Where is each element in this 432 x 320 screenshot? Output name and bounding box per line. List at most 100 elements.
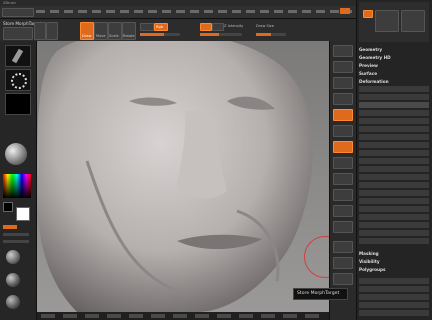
deformation-row-10[interactable] <box>359 158 429 164</box>
switch-color-button[interactable] <box>3 225 17 229</box>
deformation-row-16[interactable] <box>359 206 429 212</box>
bottom-buttons[interactable] <box>41 314 321 318</box>
deformation-row-14[interactable] <box>359 190 429 196</box>
left-shelf <box>0 41 37 320</box>
deformation-row-9[interactable] <box>359 150 429 156</box>
color-picker-icon[interactable] <box>3 174 31 198</box>
draw-label: Draw <box>82 34 92 38</box>
head-sculpt <box>37 41 329 312</box>
deformation-row-4[interactable] <box>359 110 429 116</box>
mrgb-button[interactable] <box>140 23 154 31</box>
scroll-button[interactable] <box>333 45 353 57</box>
tray-header-surface[interactable]: Surface <box>359 70 429 77</box>
move-button[interactable]: Move <box>94 22 108 40</box>
edit-button[interactable] <box>34 22 46 40</box>
rotate-button[interactable]: Rotate <box>122 22 136 40</box>
zoom-button[interactable] <box>333 61 353 73</box>
frame-button[interactable] <box>333 173 353 185</box>
menu-highlight[interactable] <box>340 8 350 14</box>
tray-header-polygroups[interactable]: Polygroups <box>359 266 429 273</box>
deformation-row-19[interactable] <box>359 230 429 236</box>
main-color-swatch[interactable] <box>16 207 30 221</box>
texture-icon[interactable] <box>6 250 20 264</box>
transform-button[interactable] <box>46 22 58 40</box>
scale-label: Scale <box>109 34 119 38</box>
tray-header-deformation[interactable]: Deformation <box>359 78 429 85</box>
tool-thumbnail[interactable] <box>375 10 399 32</box>
deformation-row-7[interactable] <box>359 134 429 140</box>
deformation-row-1[interactable] <box>359 86 429 92</box>
zsub-button[interactable] <box>212 23 224 31</box>
matcap-icon-2[interactable] <box>6 295 20 309</box>
rotate-view-button[interactable] <box>333 221 353 233</box>
stroke-icon[interactable] <box>5 69 31 91</box>
tray-header-masking[interactable]: Masking <box>359 250 429 257</box>
xyz-button[interactable] <box>333 157 353 169</box>
menu-items[interactable] <box>36 10 352 13</box>
deformation-row-3[interactable] <box>359 102 429 108</box>
deformation-row-18[interactable] <box>359 222 429 228</box>
tray-header-preview[interactable]: Preview <box>359 62 429 69</box>
canvas-viewport[interactable] <box>37 41 329 312</box>
tray-header-geometry[interactable]: Geometry <box>359 46 429 53</box>
polygroups-row-1[interactable] <box>359 278 429 284</box>
subtool-thumbnail[interactable] <box>401 10 425 32</box>
app-title: ZBrush <box>3 1 16 5</box>
tray-header-geometry-hd[interactable]: Geometry HD <box>359 54 429 61</box>
tool-header-block <box>359 2 429 42</box>
rotate-label: Rotate <box>123 34 135 38</box>
menu-strip-left[interactable] <box>2 8 34 17</box>
draw-size-slider[interactable] <box>256 33 286 36</box>
deformation-row-15[interactable] <box>359 198 429 204</box>
alpha-icon[interactable] <box>5 93 31 115</box>
deformation-row-12[interactable] <box>359 174 429 180</box>
polygroups-row-2[interactable] <box>359 286 429 292</box>
scale-button[interactable]: Scale <box>108 22 122 40</box>
bottom-shelf <box>37 312 329 320</box>
deformation-row-8[interactable] <box>359 142 429 148</box>
polyf-button[interactable] <box>333 241 353 253</box>
deformation-row-13[interactable] <box>359 182 429 188</box>
head-shape <box>37 41 313 312</box>
polygroups-row-3[interactable] <box>359 294 429 300</box>
lightbox-button[interactable] <box>3 27 33 40</box>
solo-button[interactable] <box>333 273 353 285</box>
deformation-row-20[interactable] <box>359 238 429 244</box>
move-view-button[interactable] <box>333 189 353 201</box>
z-intensity-label: Z Intensity <box>224 24 244 28</box>
brush-icon[interactable] <box>5 45 31 67</box>
actual-button[interactable] <box>333 77 353 89</box>
scale-view-button[interactable] <box>333 205 353 217</box>
alternate-button[interactable] <box>3 240 29 243</box>
secondary-color-swatch[interactable] <box>3 202 13 212</box>
transp-button[interactable] <box>333 257 353 269</box>
tool-active-toggle[interactable] <box>363 10 373 18</box>
draw-button[interactable]: Draw <box>80 22 94 40</box>
draw-size-fill <box>256 33 271 36</box>
stroke-glyph <box>11 73 27 89</box>
persp-button[interactable] <box>333 109 353 121</box>
local-button[interactable] <box>333 141 353 153</box>
move-label: Move <box>96 34 106 38</box>
gradient-button[interactable] <box>3 233 29 236</box>
deformation-row-17[interactable] <box>359 214 429 220</box>
deformation-row-2[interactable] <box>359 94 429 100</box>
polygroups-row-4[interactable] <box>359 302 429 308</box>
material-icon[interactable] <box>5 143 27 165</box>
toolbar: Store MorphTarget Draw Move Scale Rotate… <box>0 19 360 42</box>
tooltip: Store MorphTarget <box>293 288 348 300</box>
deformation-row-11[interactable] <box>359 166 429 172</box>
z-intensity-slider[interactable] <box>200 33 242 36</box>
rgb-button[interactable]: Rgb <box>154 23 168 31</box>
matcap-icon-1[interactable] <box>6 273 20 287</box>
tray-header-visibility[interactable]: Visibility <box>359 258 429 265</box>
brush-glyph <box>11 48 24 64</box>
zadd-button[interactable] <box>200 23 212 31</box>
tool-palette-tray: Geometry Geometry HD Preview Surface Def… <box>356 0 432 320</box>
polygroups-row-5[interactable] <box>359 310 429 316</box>
deformation-row-6[interactable] <box>359 126 429 132</box>
floor-button[interactable] <box>333 125 353 137</box>
aahalf-button[interactable] <box>333 93 353 105</box>
deformation-row-5[interactable] <box>359 118 429 124</box>
rgb-intensity-slider[interactable] <box>140 33 180 36</box>
